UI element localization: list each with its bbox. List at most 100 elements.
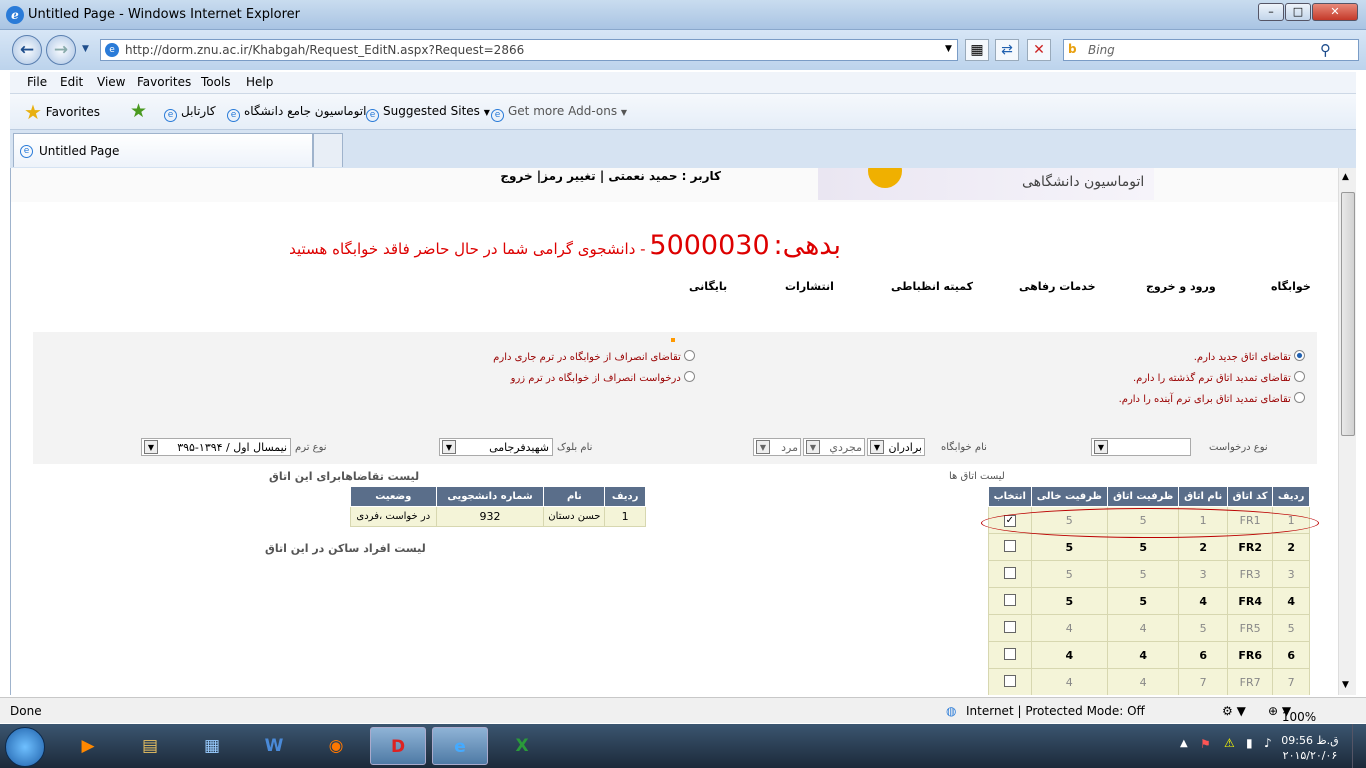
nav-archive[interactable]: بایگانی — [689, 280, 727, 293]
gender-select[interactable]: ▼ مرد — [753, 438, 801, 456]
radio-cancel-current[interactable] — [684, 350, 695, 361]
forward-icon[interactable]: → — [46, 35, 76, 65]
minimize-button[interactable]: – — [1258, 3, 1284, 21]
room-checkbox[interactable] — [1003, 674, 1016, 687]
taskbar: ▶ ▤ ▦ W ◉ D e X ▲ ⚑ ⚠ ▮ ♪ 09:56 ق.ظ ۲۰۱۵… — [0, 724, 1366, 768]
stop-icon[interactable]: ✕ — [1027, 39, 1051, 61]
refresh-icon[interactable]: ⇄ — [995, 39, 1019, 61]
start-button[interactable] — [5, 727, 45, 767]
show-desktop-button[interactable] — [1352, 724, 1366, 768]
select-cell[interactable] — [988, 641, 1032, 669]
option-extend-next[interactable]: تقاضای تمدید اتاق برای ترم آینده را دارم… — [1033, 392, 1305, 405]
tray-flag-icon[interactable]: ⚑ — [1200, 737, 1211, 751]
zoom-level[interactable]: ⊕ 100% ▼ — [1268, 704, 1316, 724]
scroll-thumb[interactable] — [1341, 192, 1355, 436]
debt-amount: 5000030 — [649, 230, 770, 261]
search-icon[interactable]: ⚲ — [1320, 41, 1331, 59]
option-label: درخواست انصراف از خوابگاه در ترم زرو — [510, 373, 681, 384]
menu-help[interactable]: Help — [246, 75, 273, 89]
room-checkbox[interactable] — [1003, 620, 1016, 633]
tray-volume-icon[interactable]: ♪ — [1264, 736, 1272, 750]
taskbar-excel-icon[interactable]: X — [494, 727, 550, 765]
table-row[interactable]: 4 4 7 FR7 7 — [988, 668, 1310, 695]
menu-view[interactable]: View — [97, 75, 125, 89]
tray-warning-icon[interactable]: ⚠ — [1224, 736, 1235, 750]
address-dropdown-icon[interactable]: ▼ — [945, 44, 952, 54]
search-box[interactable]: b Bing ⚲ — [1063, 39, 1359, 61]
close-button[interactable]: ✕ — [1312, 3, 1358, 21]
table-row[interactable]: 4 4 6 FR6 6 — [988, 641, 1310, 669]
nav-entry-exit[interactable]: ورود و خروج — [1146, 280, 1216, 293]
user-line[interactable]: کاربر : حمید نعمتی | تغییر رمز| خروج — [431, 169, 721, 183]
favorites-label: Favorites — [45, 105, 100, 119]
menu-favorites[interactable]: Favorites — [137, 75, 191, 89]
history-dropdown-icon[interactable]: ▼ — [82, 44, 89, 54]
select-cell[interactable] — [988, 668, 1032, 695]
dorm-type-select[interactable]: ▼ مجردي — [803, 438, 865, 456]
taskbar-media-player-icon[interactable]: ▶ — [60, 727, 116, 765]
menu-tools[interactable]: Tools — [201, 75, 231, 89]
address-bar[interactable]: e http://dorm.znu.ac.ir/Khabgah/Request_… — [100, 39, 958, 61]
room-code-cell: FR4 — [1226, 587, 1274, 615]
favorites-button[interactable]: ★ Favorites — [24, 100, 100, 124]
tray-arrow-icon[interactable]: ▲ — [1180, 738, 1188, 749]
clock-date[interactable]: ۲۰۱۵/۲۰/۰۶ — [1280, 749, 1340, 762]
nav-welfare[interactable]: خدمات رفاهی — [1019, 280, 1096, 293]
table-row[interactable]: 5 5 3 FR3 3 — [988, 560, 1310, 588]
term-select[interactable]: ▼ نیمسال اول / ۱۳۹۴-۳۹۵ — [141, 438, 291, 456]
select-cell[interactable] — [988, 614, 1032, 642]
new-tab-button[interactable] — [313, 133, 343, 167]
select-cell[interactable] — [988, 560, 1032, 588]
taskbar-explorer-icon[interactable]: ▤ — [122, 727, 178, 765]
option-cancel-current[interactable]: تقاضای انصراف از خوابگاه در ترم جاری دار… — [413, 350, 695, 363]
room-checkbox[interactable] — [1003, 593, 1016, 606]
radio-extend-last[interactable] — [1294, 371, 1305, 382]
nav-discipline[interactable]: کمیته انظباطی — [891, 280, 973, 293]
fav-link-addons[interactable]: e Get more Add-ons ▼ — [491, 104, 627, 122]
tab-title: Untitled Page — [39, 144, 120, 158]
room-checkbox[interactable] — [1003, 539, 1016, 552]
back-icon[interactable]: ← — [12, 35, 42, 65]
taskbar-ie-icon[interactable]: e — [432, 727, 488, 765]
add-favorite-icon[interactable]: ★ — [130, 100, 147, 122]
block-value: شهیدفرجامی — [489, 441, 549, 454]
taskbar-app-icon[interactable]: D — [370, 727, 426, 765]
select-cell[interactable] — [988, 587, 1032, 615]
taskbar-firefox-icon[interactable]: ◉ — [308, 727, 364, 765]
option-extend-last[interactable]: تقاضای تمدید اتاق ترم گذشته را دارم. — [1033, 371, 1305, 384]
menu-edit[interactable]: Edit — [60, 75, 83, 89]
fav-link-cartable[interactable]: e کارتابل — [164, 104, 216, 122]
select-cell[interactable] — [988, 533, 1032, 561]
menu-bar: File Edit View Favorites Tools Help — [10, 72, 1356, 94]
request-type-select[interactable]: ▼ — [1091, 438, 1191, 456]
nav-publications[interactable]: انتشارات — [785, 280, 834, 293]
dorm-select[interactable]: ▼ برادران — [867, 438, 925, 456]
tray-network-icon[interactable]: ▮ — [1246, 736, 1253, 750]
table-row[interactable]: 5 5 4 FR4 4 — [988, 587, 1310, 615]
fav-link-suggested[interactable]: e Suggested Sites ▼ — [366, 104, 490, 122]
clock-time[interactable]: 09:56 ق.ظ — [1280, 734, 1340, 747]
taskbar-word-icon[interactable]: W — [246, 727, 302, 765]
radio-cancel-zero[interactable] — [684, 371, 695, 382]
scroll-up-icon[interactable]: ▲ — [1342, 172, 1349, 182]
room-checkbox[interactable] — [1003, 566, 1016, 579]
option-new-room[interactable]: تقاضای اتاق جدید دارم. — [1033, 350, 1305, 363]
radio-new-room[interactable] — [1294, 350, 1305, 361]
nav-dorm[interactable]: خوابگاه — [1271, 280, 1311, 293]
table-row[interactable]: 4 4 5 FR5 5 — [988, 614, 1310, 642]
maximize-button[interactable]: □ — [1285, 3, 1311, 21]
tab-untitled-page[interactable]: e Untitled Page — [13, 133, 313, 167]
zoom-settings-icon[interactable]: ⚙ ▼ — [1222, 704, 1246, 718]
zone-text[interactable]: Internet | Protected Mode: Off — [966, 704, 1145, 718]
table-row[interactable]: در خواست ،فردی 932 حسن دستان 1 — [350, 506, 646, 527]
radio-extend-next[interactable] — [1294, 392, 1305, 403]
option-cancel-zero[interactable]: درخواست انصراف از خوابگاه در ترم زرو — [413, 371, 695, 384]
compatibility-icon[interactable]: ▦ — [965, 39, 989, 61]
scroll-down-icon[interactable]: ▼ — [1342, 680, 1349, 690]
block-select[interactable]: ▼ شهیدفرجامی — [439, 438, 553, 456]
vertical-scrollbar[interactable]: ▲ ▼ — [1338, 168, 1356, 695]
taskbar-calculator-icon[interactable]: ▦ — [184, 727, 240, 765]
room-checkbox[interactable] — [1003, 647, 1016, 660]
menu-file[interactable]: File — [27, 75, 47, 89]
fav-link-automation[interactable]: e اتوماسیون جامع دانشگاه — [227, 104, 366, 122]
